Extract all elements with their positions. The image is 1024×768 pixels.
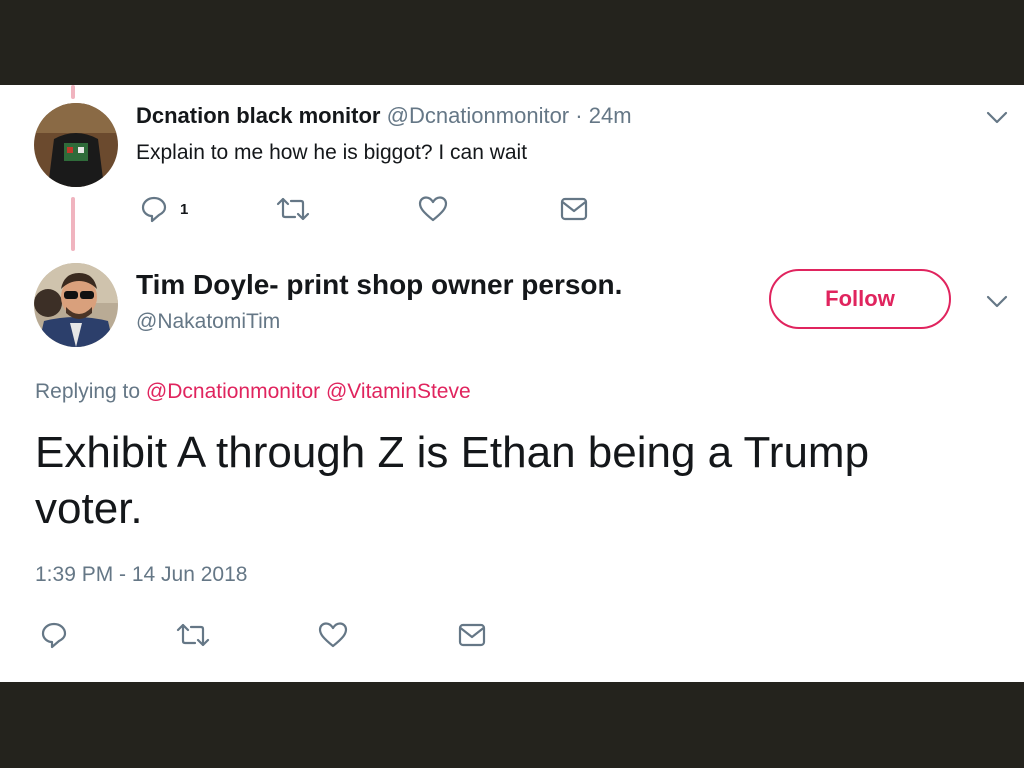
like-button[interactable] — [318, 621, 348, 649]
main-handle[interactable]: @NakatomiTim — [136, 310, 280, 334]
replying-to-label: Replying to — [35, 380, 141, 403]
thread-line-top — [71, 85, 75, 99]
like-button[interactable] — [418, 195, 448, 223]
like-icon — [318, 621, 348, 649]
main-avatar[interactable] — [34, 263, 118, 347]
mention-link[interactable]: @VitaminSteve — [326, 380, 471, 403]
mention-link[interactable]: @Dcnationmonitor — [146, 380, 320, 403]
dm-icon — [560, 197, 588, 221]
reply-icon — [40, 621, 68, 649]
tweet-timestamp[interactable]: 1:39 PM - 14 Jun 2018 — [35, 563, 247, 587]
reply-button[interactable]: 1 — [140, 195, 188, 223]
reply-text: Explain to me how he is biggot? I can wa… — [136, 141, 528, 164]
retweet-icon — [176, 621, 210, 649]
tweet-card: Dcnation black monitor @Dcnationmonitor … — [0, 85, 1024, 682]
tweet-text: Exhibit A through Z is Ethan being a Tru… — [35, 428, 870, 533]
thread-line-bottom — [71, 197, 75, 251]
reply-avatar[interactable] — [34, 103, 118, 187]
reply-icon — [140, 195, 168, 223]
retweet-button[interactable] — [276, 195, 310, 223]
reply-handle[interactable]: @Dcnationmonitor — [387, 103, 570, 128]
retweet-button[interactable] — [176, 621, 210, 649]
reply-separator: · — [575, 103, 583, 128]
dm-button[interactable] — [458, 623, 486, 647]
chevron-down-icon[interactable] — [986, 111, 1008, 130]
replying-to: Replying to @Dcnationmonitor @VitaminSte… — [35, 380, 471, 404]
reply-count: 1 — [180, 200, 189, 218]
retweet-icon — [276, 195, 310, 223]
reply-header: Dcnation black monitor @Dcnationmonitor … — [136, 103, 632, 129]
chevron-down-icon[interactable] — [986, 295, 1008, 314]
like-icon — [418, 195, 448, 223]
dm-button[interactable] — [560, 197, 588, 221]
reply-time[interactable]: 24m — [589, 103, 632, 128]
reply-display-name[interactable]: Dcnation black monitor — [136, 103, 380, 128]
follow-button[interactable]: Follow — [769, 269, 951, 329]
dm-icon — [458, 623, 486, 647]
reply-button[interactable] — [40, 621, 68, 649]
main-display-name[interactable]: Tim Doyle- print shop owner person. — [136, 269, 622, 301]
